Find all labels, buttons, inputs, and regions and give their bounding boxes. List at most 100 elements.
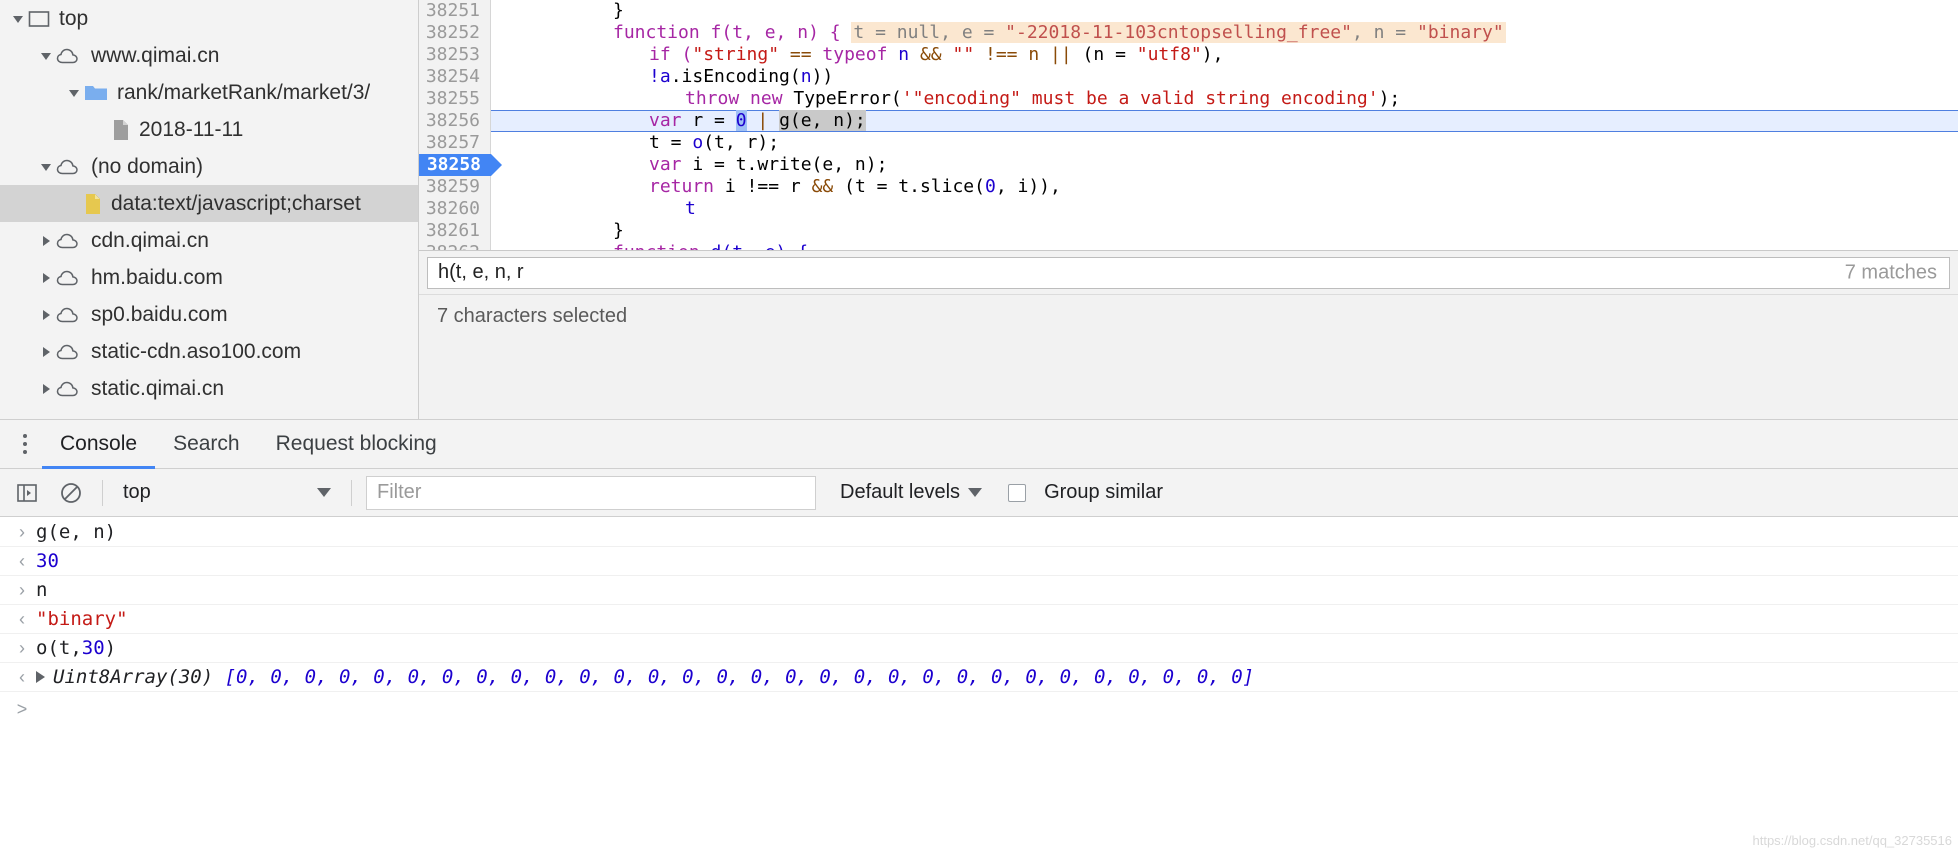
code-line-38256[interactable]: 38256 var r = 0 | g(e, n);: [419, 110, 1958, 132]
tree-item-www-qimai-cn[interactable]: www.qimai.cn: [0, 37, 418, 74]
console-sidebar-icon[interactable]: [10, 476, 44, 510]
tree-item-data-text-javascript-charset[interactable]: data:text/javascript;charset: [0, 185, 418, 222]
code-line-38254[interactable]: 38254 !a.isEncoding(n)): [419, 66, 1958, 88]
code-line-38259[interactable]: 38259 return i !== r && (t = t.slice(0, i…: [419, 176, 1958, 198]
clear-console-icon[interactable]: [54, 476, 88, 510]
editor-status-bar: 7 characters selected: [419, 294, 1958, 338]
tree-item-2018-11-11[interactable]: 2018-11-11: [0, 111, 418, 148]
prompt-chevron-icon: >: [16, 698, 28, 719]
chevron-right-icon[interactable]: [36, 345, 56, 359]
code-line-38251[interactable]: 38251}: [419, 0, 1958, 22]
chevron-down-icon[interactable]: [36, 160, 56, 174]
code-line-38258[interactable]: 38258 var i = t.write(e, n);: [419, 154, 1958, 176]
chevron-right-icon[interactable]: [36, 382, 56, 396]
chevron-down-icon: [317, 488, 331, 497]
code-line-content[interactable]: throw new TypeError('"encoding" must be …: [491, 88, 1958, 110]
tree-item-label: top: [59, 6, 89, 30]
console-input-message[interactable]: › g(e, n): [0, 518, 1958, 547]
more-options-icon[interactable]: [8, 419, 42, 469]
code-token: , i)),: [995, 176, 1061, 197]
line-number-38252[interactable]: 38252: [419, 22, 491, 44]
chevron-right-icon[interactable]: [36, 234, 56, 248]
chevron-right-icon[interactable]: [36, 271, 56, 285]
source-editor[interactable]: 38251} 38252 function f(t, e, n) { t = nul…: [419, 0, 1958, 419]
code-line-content[interactable]: var i = t.write(e, n);: [491, 154, 1958, 176]
code-line-content[interactable]: function d(t, e) {: [491, 242, 1958, 250]
chevron-down-icon[interactable]: [36, 49, 56, 63]
code-lines[interactable]: 38251} 38252 function f(t, e, n) { t = nul…: [419, 0, 1958, 250]
drawer-tab-request-blocking[interactable]: Request blocking: [258, 419, 455, 469]
line-number-38255[interactable]: 38255: [419, 88, 491, 110]
code-line-38255[interactable]: 38255 throw new TypeError('"encoding" mus…: [419, 88, 1958, 110]
console-output-message[interactable]: ‹ 30: [0, 547, 1958, 576]
editor-search-bar[interactable]: h(t, e, n, r 7 matches: [419, 250, 1958, 294]
tree-item-label: (no domain): [91, 154, 204, 178]
devtools-window: top www.qimai.cn rank/marketRank/market/3/…: [0, 0, 1958, 868]
code-line-content[interactable]: function f(t, e, n) { t = null, e = "-22…: [491, 22, 1958, 44]
line-number-38261[interactable]: 38261: [419, 220, 491, 242]
tree-item-static-qimai-cn[interactable]: static.qimai.cn: [0, 370, 418, 407]
console-output-message[interactable]: ‹ Uint8Array(30) [0, 0, 0, 0, 0, 0, 0, 0,…: [0, 663, 1958, 692]
console-filter-input[interactable]: Filter: [366, 475, 816, 510]
code-line-38260[interactable]: 38260 t: [419, 198, 1958, 220]
code-line-38262[interactable]: 38262function d(t, e) {: [419, 242, 1958, 250]
line-number-38256[interactable]: 38256: [419, 110, 491, 132]
chevron-right-icon[interactable]: [36, 308, 56, 322]
code-line-38261[interactable]: 38261}: [419, 220, 1958, 242]
code-line-content[interactable]: }: [491, 0, 1958, 22]
chevron-down-icon[interactable]: [8, 12, 28, 26]
tree-item-hm-baidu-com[interactable]: hm.baidu.com: [0, 259, 418, 296]
tree-item-top[interactable]: top: [0, 0, 418, 37]
code-token: throw new: [685, 88, 783, 109]
console-input-message[interactable]: › n: [0, 576, 1958, 605]
drawer-tab-bar[interactable]: Console Search Request blocking: [0, 419, 1958, 469]
code-line-content[interactable]: t = o(t, r);: [491, 132, 1958, 154]
code-line-content[interactable]: !a.isEncoding(n)): [491, 66, 1958, 88]
code-line-content[interactable]: }: [491, 220, 1958, 242]
line-number-38259[interactable]: 38259: [419, 176, 491, 198]
code-line-38252[interactable]: 38252 function f(t, e, n) { t = null, e =…: [419, 22, 1958, 44]
line-number-38254[interactable]: 38254: [419, 66, 491, 88]
execution-context-selector[interactable]: top: [117, 476, 337, 510]
line-number-38258[interactable]: 38258: [419, 154, 502, 176]
search-input[interactable]: h(t, e, n, r 7 matches: [427, 256, 1950, 289]
console-input-message[interactable]: › o(t, 30): [0, 634, 1958, 663]
log-levels-selector[interactable]: Default levels: [840, 481, 983, 504]
console-value-part: g(e, n): [36, 521, 117, 543]
drawer: Console Search Request blocking top Filt…: [0, 419, 1958, 868]
drawer-tab-console[interactable]: Console: [42, 419, 156, 469]
console-toolbar[interactable]: top Filter Default levels Group similar: [0, 469, 1958, 517]
code-line-content[interactable]: return i !== r && (t = t.slice(0, i)),: [491, 176, 1958, 198]
tree-item-cdn-qimai-cn[interactable]: cdn.qimai.cn: [0, 222, 418, 259]
console-value-part: n: [36, 579, 48, 601]
line-number-38257[interactable]: 38257: [419, 132, 491, 154]
cloud-icon: [56, 157, 82, 177]
console-prompt[interactable]: >: [0, 692, 1958, 726]
line-number-38262[interactable]: 38262: [419, 242, 491, 250]
console-message-list[interactable]: › g(e, n) ‹ 30 › n ‹ "binary" › o(t, 30) ‹ Uint8Arra…: [0, 518, 1958, 868]
line-number-38251[interactable]: 38251: [419, 0, 491, 22]
code-token: TypeError(: [782, 88, 902, 109]
console-value-part: "binary": [36, 608, 128, 630]
expand-triangle-icon[interactable]: [36, 671, 45, 683]
code-line-38253[interactable]: 38253 if ("string" == typeof n && "" !== …: [419, 44, 1958, 66]
group-similar-checkbox[interactable]: [1008, 483, 1027, 502]
code-line-38257[interactable]: 38257 t = o(t, r);: [419, 132, 1958, 154]
code-line-content[interactable]: t: [491, 198, 1958, 220]
tree-item-static-cdn-aso100-com[interactable]: static-cdn.aso100.com: [0, 333, 418, 370]
drawer-tab-search[interactable]: Search: [155, 419, 258, 469]
line-number-38253[interactable]: 38253: [419, 44, 491, 66]
console-output-message[interactable]: ‹ "binary": [0, 605, 1958, 634]
tree-item-label: static.qimai.cn: [91, 376, 225, 400]
code-token: )): [811, 66, 834, 87]
tree-item-rank-marketrank-market-3[interactable]: rank/marketRank/market/3/: [0, 74, 418, 111]
cloud-icon: [56, 379, 82, 399]
code-line-content[interactable]: var r = 0 | g(e, n);: [491, 110, 1958, 132]
chevron-down-icon[interactable]: [64, 86, 84, 100]
tree-item-no-domain[interactable]: (no domain): [0, 148, 418, 185]
navigator-file-tree[interactable]: top www.qimai.cn rank/marketRank/market/3/…: [0, 0, 419, 419]
tree-item-sp0-baidu-com[interactable]: sp0.baidu.com: [0, 296, 418, 333]
line-number-38260[interactable]: 38260: [419, 198, 491, 220]
code-line-content[interactable]: if ("string" == typeof n && "" !== n || …: [491, 44, 1958, 66]
console-filter-placeholder: Filter: [377, 481, 422, 503]
